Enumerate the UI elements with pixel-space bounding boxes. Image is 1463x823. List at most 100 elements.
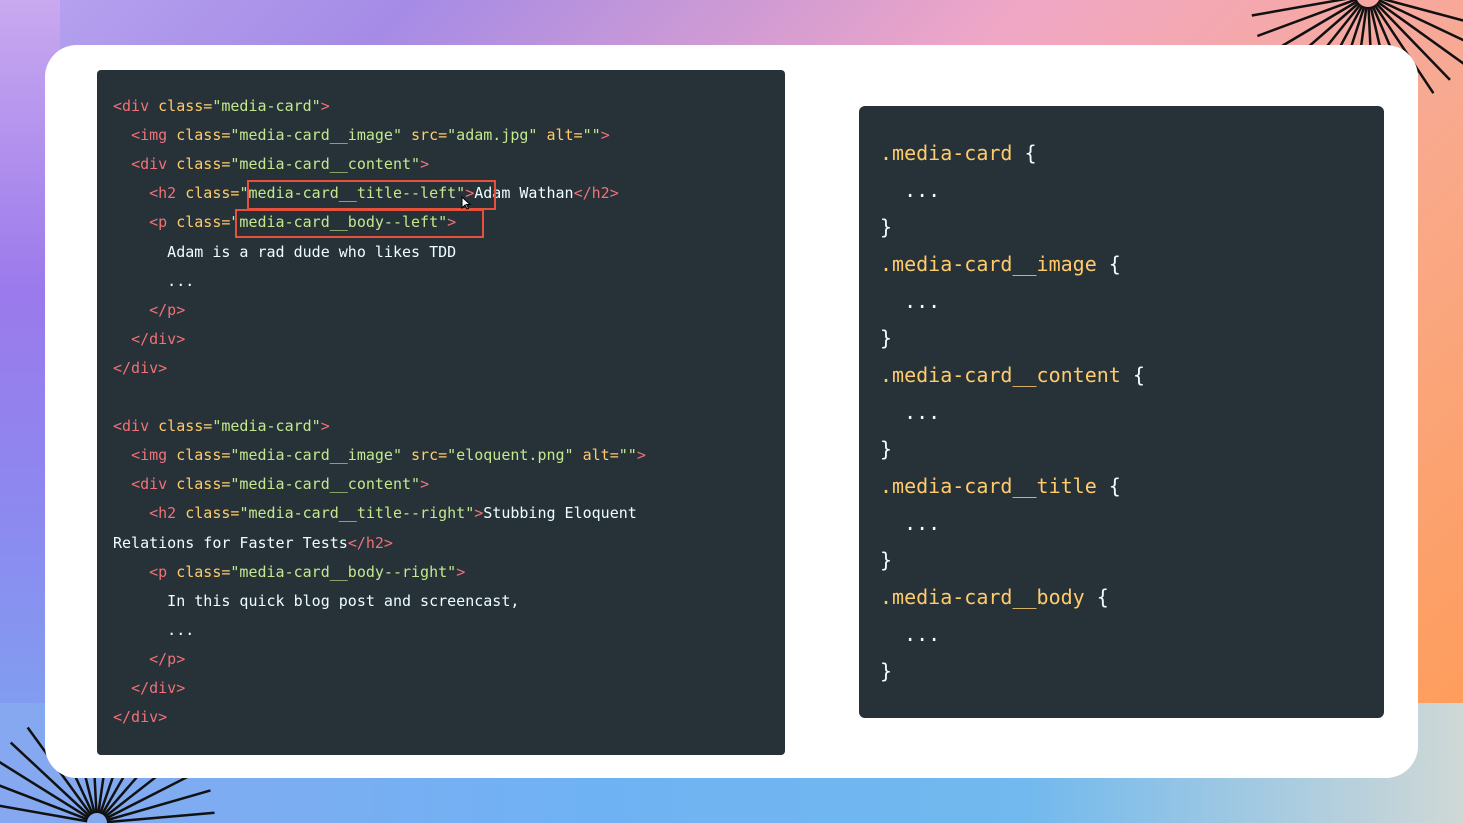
code-token: { <box>1120 363 1145 387</box>
code-token: </p> <box>149 300 186 319</box>
code-token: Relations for Faster Tests <box>113 533 348 552</box>
code-token: <h2 <box>149 184 186 203</box>
code-token: class= <box>185 184 240 203</box>
code-line: <img class="media-card__image" src="adam… <box>113 124 610 146</box>
code-token: "" <box>618 446 637 465</box>
code-line: ... <box>880 176 940 204</box>
code-token: alt= <box>573 446 619 465</box>
code-token: Adam is a rad dude who likes TDD <box>113 242 457 261</box>
code-line: .media-card__title { <box>880 472 1121 500</box>
code-line: } <box>880 657 892 685</box>
code-token: class= <box>176 213 231 232</box>
html-code-panel: <div class="media-card"> <img class="med… <box>97 70 785 755</box>
highlight-box-title-left <box>247 180 496 210</box>
code-token: "media-card__title--right" <box>239 504 475 523</box>
code-token: ... <box>880 511 941 535</box>
code-token: <h2 <box>149 504 186 523</box>
code-line: } <box>880 546 892 574</box>
code-line: </div> <box>113 677 185 699</box>
mouse-pointer-icon <box>461 196 471 210</box>
code-token: class= <box>176 475 231 494</box>
code-token: "" <box>582 126 601 145</box>
code-token: class= <box>176 562 231 581</box>
code-token: "media-card" <box>212 97 321 115</box>
css-code-panel: .media-card { ...} .media-card__image { .… <box>859 106 1384 718</box>
code-token: class= <box>158 417 213 436</box>
code-line: <h2 class="media-card__title--right">Stu… <box>113 502 637 524</box>
code-token: </div> <box>113 708 168 727</box>
code-token: <p <box>149 213 177 232</box>
code-token: } <box>880 548 893 572</box>
code-line: } <box>880 324 892 352</box>
code-token: "adam.jpg" <box>447 126 538 145</box>
code-token: ... <box>113 271 195 290</box>
code-token: ... <box>113 620 195 639</box>
code-token: > <box>600 126 610 145</box>
code-token: { <box>1096 252 1121 276</box>
code-token: "media-card__content" <box>230 155 421 174</box>
code-token: { <box>1084 585 1109 609</box>
code-line: <p class="media-card__body--right"> <box>113 561 465 583</box>
code-token: class= <box>176 126 231 145</box>
code-token: } <box>880 215 893 239</box>
code-token: > <box>420 155 430 174</box>
code-token: <div <box>113 417 159 436</box>
code-token: { <box>1012 141 1037 165</box>
code-token: .media-card__content <box>880 363 1121 387</box>
code-line: </div> <box>113 357 167 379</box>
code-line: .media-card { <box>880 139 1037 167</box>
code-token: { <box>1096 474 1121 498</box>
code-token: ... <box>880 178 941 202</box>
code-token: "media-card" <box>212 417 321 436</box>
code-line: ... <box>880 509 940 537</box>
code-token: </h2> <box>573 184 619 203</box>
code-token: "media-card__image" <box>230 446 402 465</box>
code-token: <p <box>149 562 177 581</box>
code-line: ... <box>880 620 940 648</box>
code-token: "media-card__content" <box>230 475 421 494</box>
code-line: <div class="media-card"> <box>113 415 330 437</box>
code-token: > <box>320 417 330 436</box>
code-line: .media-card__image { <box>880 250 1121 278</box>
code-line: <img class="media-card__image" src="eloq… <box>113 444 646 466</box>
code-line: In this quick blog post and screencast, <box>113 590 519 612</box>
code-token: </p> <box>149 649 186 668</box>
code-token: <img <box>131 446 177 465</box>
code-token: "media-card__image" <box>230 126 402 145</box>
code-token: ... <box>880 622 941 646</box>
code-line: </div> <box>113 706 167 728</box>
code-token: </div> <box>113 358 168 377</box>
code-line: .media-card__content { <box>880 361 1145 389</box>
code-line: ... <box>113 270 194 292</box>
code-line: Relations for Faster Tests</h2> <box>113 532 393 554</box>
code-line: </div> <box>113 328 185 350</box>
code-token: > <box>420 475 430 494</box>
code-line: </p> <box>113 299 185 321</box>
code-line: .media-card__body { <box>880 583 1109 611</box>
code-line: <div class="media-card"> <box>113 95 330 117</box>
code-line: ... <box>113 619 194 641</box>
code-line: </p> <box>113 648 185 670</box>
code-token: .media-card__image <box>880 252 1097 276</box>
code-token: } <box>880 659 893 683</box>
code-line: } <box>880 213 892 241</box>
code-token: </div> <box>131 679 186 697</box>
code-token: > <box>636 446 646 465</box>
code-token: class= <box>176 155 231 174</box>
code-token: .media-card__body <box>880 585 1085 609</box>
code-line: ... <box>880 398 940 426</box>
code-token: > <box>320 97 330 115</box>
code-token: .media-card <box>880 141 1013 165</box>
